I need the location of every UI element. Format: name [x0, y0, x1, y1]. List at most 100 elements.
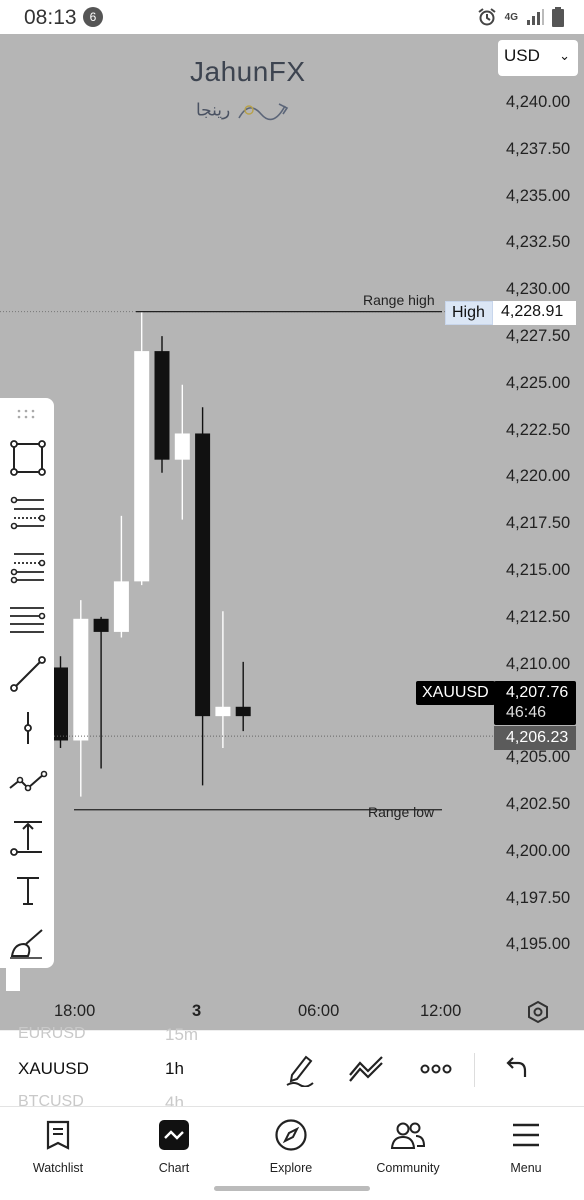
battery-icon: [552, 7, 564, 27]
vertical-line-icon: [24, 712, 32, 744]
nav-watchlist[interactable]: Watchlist: [8, 1115, 108, 1175]
time-axis-label: 12:00: [420, 1002, 462, 1020]
brush-icon: [10, 929, 43, 959]
nav-menu[interactable]: Menu: [476, 1115, 576, 1175]
price-axis-label: 4,195.00: [506, 935, 571, 954]
candle-body[interactable]: [113, 581, 129, 632]
brush-tool-button[interactable]: [8, 924, 48, 964]
price-axis-label: 4,237.50: [506, 139, 571, 158]
candle-body[interactable]: [53, 667, 68, 741]
nav-label: Community: [376, 1161, 440, 1175]
time-axis-label: 18:00: [54, 1002, 96, 1020]
watermark-subtitle: رینجا: [196, 100, 295, 122]
candle-body[interactable]: [215, 706, 231, 717]
chart-icon: [159, 1120, 189, 1150]
price-axis-label: 4,210.00: [506, 654, 571, 673]
parallel-lines-button[interactable]: [8, 600, 48, 640]
people-icon: [390, 1122, 426, 1149]
price-axis-label: 4,227.50: [506, 327, 571, 345]
nav-label: Watchlist: [32, 1161, 84, 1175]
vertical-line-button[interactable]: [8, 708, 48, 748]
notification-count-badge: 6: [83, 7, 103, 27]
price-axis-label: 4,197.50: [506, 888, 571, 907]
price-axis-label: 4,240.00: [506, 93, 571, 111]
chevron-down-icon: ⌄: [559, 48, 570, 63]
price-axis-label: 4,230.00: [506, 280, 571, 299]
signal-icon: [527, 9, 544, 25]
active-timeframe[interactable]: 1h: [165, 1059, 184, 1079]
fib-extension-icon: [10, 553, 46, 584]
drawing-toolbar[interactable]: [0, 398, 54, 968]
rectangle-tool-icon: [10, 440, 46, 476]
measure-icon: [10, 821, 42, 856]
fib-retracement-button[interactable]: [8, 492, 48, 532]
fib-extension-button[interactable]: [8, 546, 48, 586]
mid-price-tag: 4,206.23: [494, 726, 576, 750]
chart-settings-icon[interactable]: [526, 1000, 550, 1024]
system-icons: 4G: [477, 7, 564, 27]
candle-body[interactable]: [93, 618, 109, 632]
chart-area[interactable]: JahunFX رینجا USD ⌄ 4,240.00 4,237.50 4,23…: [0, 34, 584, 1030]
currency-select-value: USD: [504, 46, 540, 65]
network-type-label: 4G: [504, 11, 518, 23]
status-time: 08:13: [24, 6, 77, 29]
watermark-title: JahunFX: [190, 56, 306, 87]
drag-handle-icon[interactable]: [17, 408, 37, 420]
candle-body[interactable]: [73, 618, 89, 741]
menu-icon: [513, 1123, 539, 1147]
compass-icon: [275, 1119, 307, 1151]
status-bar: 08:13 6 4G: [0, 0, 584, 34]
candle-body[interactable]: [235, 706, 251, 717]
bottom-toolbar: EURUSD 15m XAUUSD 1h BTCUSD 4h: [0, 1025, 584, 1112]
watchlist-strip-symbol[interactable]: EURUSD: [18, 1025, 86, 1043]
indicators-icon[interactable]: [348, 1051, 384, 1087]
candle-body[interactable]: [134, 351, 150, 582]
watermark-subtitle-text: رینجا: [196, 100, 231, 120]
measure-tool-button[interactable]: [8, 816, 48, 856]
watchlist-icon: [46, 1120, 70, 1150]
trend-line-button[interactable]: [8, 654, 48, 694]
price-axis-label: 4,200.00: [506, 841, 571, 860]
more-options-icon[interactable]: [420, 1051, 452, 1087]
candle-countdown: 46:46: [506, 704, 547, 721]
toolbar-divider: [474, 1053, 475, 1087]
candlestick-chart[interactable]: [0, 34, 584, 1030]
price-axis-label: 4,220.00: [506, 467, 571, 486]
parallel-lines-icon: [10, 607, 46, 633]
candle-body[interactable]: [174, 433, 190, 460]
nav-label: Explore: [269, 1161, 313, 1175]
range-high-price-tag: High 4,228.91: [445, 301, 576, 325]
nav-label: Menu: [510, 1161, 542, 1175]
undo-icon[interactable]: [500, 1051, 530, 1087]
text-tool-button[interactable]: [8, 870, 48, 910]
price-axis-label: 4,202.50: [506, 795, 571, 813]
nav-label: Chart: [158, 1161, 190, 1175]
nav-community[interactable]: Community: [358, 1115, 458, 1175]
alarm-icon: [478, 8, 496, 26]
watchlist-strip-timeframe[interactable]: 15m: [165, 1025, 198, 1045]
symbol-price-tag: XAUUSD: [416, 681, 495, 705]
time-axis-label: 3: [192, 1002, 202, 1020]
range-high-label: Range high: [363, 292, 435, 308]
currency-select[interactable]: USD ⌄: [498, 40, 578, 76]
nav-chart[interactable]: Chart: [124, 1115, 224, 1175]
price-axis-label: 4,235.00: [506, 186, 571, 205]
text-tool-icon: [17, 877, 39, 905]
price-axis-label: 4,215.00: [506, 561, 571, 579]
partial-candle: [6, 967, 20, 991]
fib-retracement-icon: [10, 496, 46, 530]
price-axis-label: 4,205.00: [506, 748, 571, 767]
high-tag-label: High: [445, 301, 493, 325]
price-axis-label: 4,222.50: [506, 420, 571, 439]
last-price-tag: 4,207.76 46:46: [494, 681, 576, 725]
active-symbol[interactable]: XAUUSD: [18, 1059, 89, 1079]
path-icon: [9, 770, 48, 792]
rectangle-tool-button[interactable]: [8, 438, 48, 478]
candle-body[interactable]: [195, 433, 211, 717]
path-tool-button[interactable]: [8, 762, 48, 802]
trend-line-icon: [10, 656, 46, 692]
pen-icon[interactable]: [284, 1051, 316, 1087]
candle-body[interactable]: [154, 351, 170, 460]
nav-explore[interactable]: Explore: [241, 1115, 341, 1175]
time-axis-label: 06:00: [298, 1002, 340, 1020]
